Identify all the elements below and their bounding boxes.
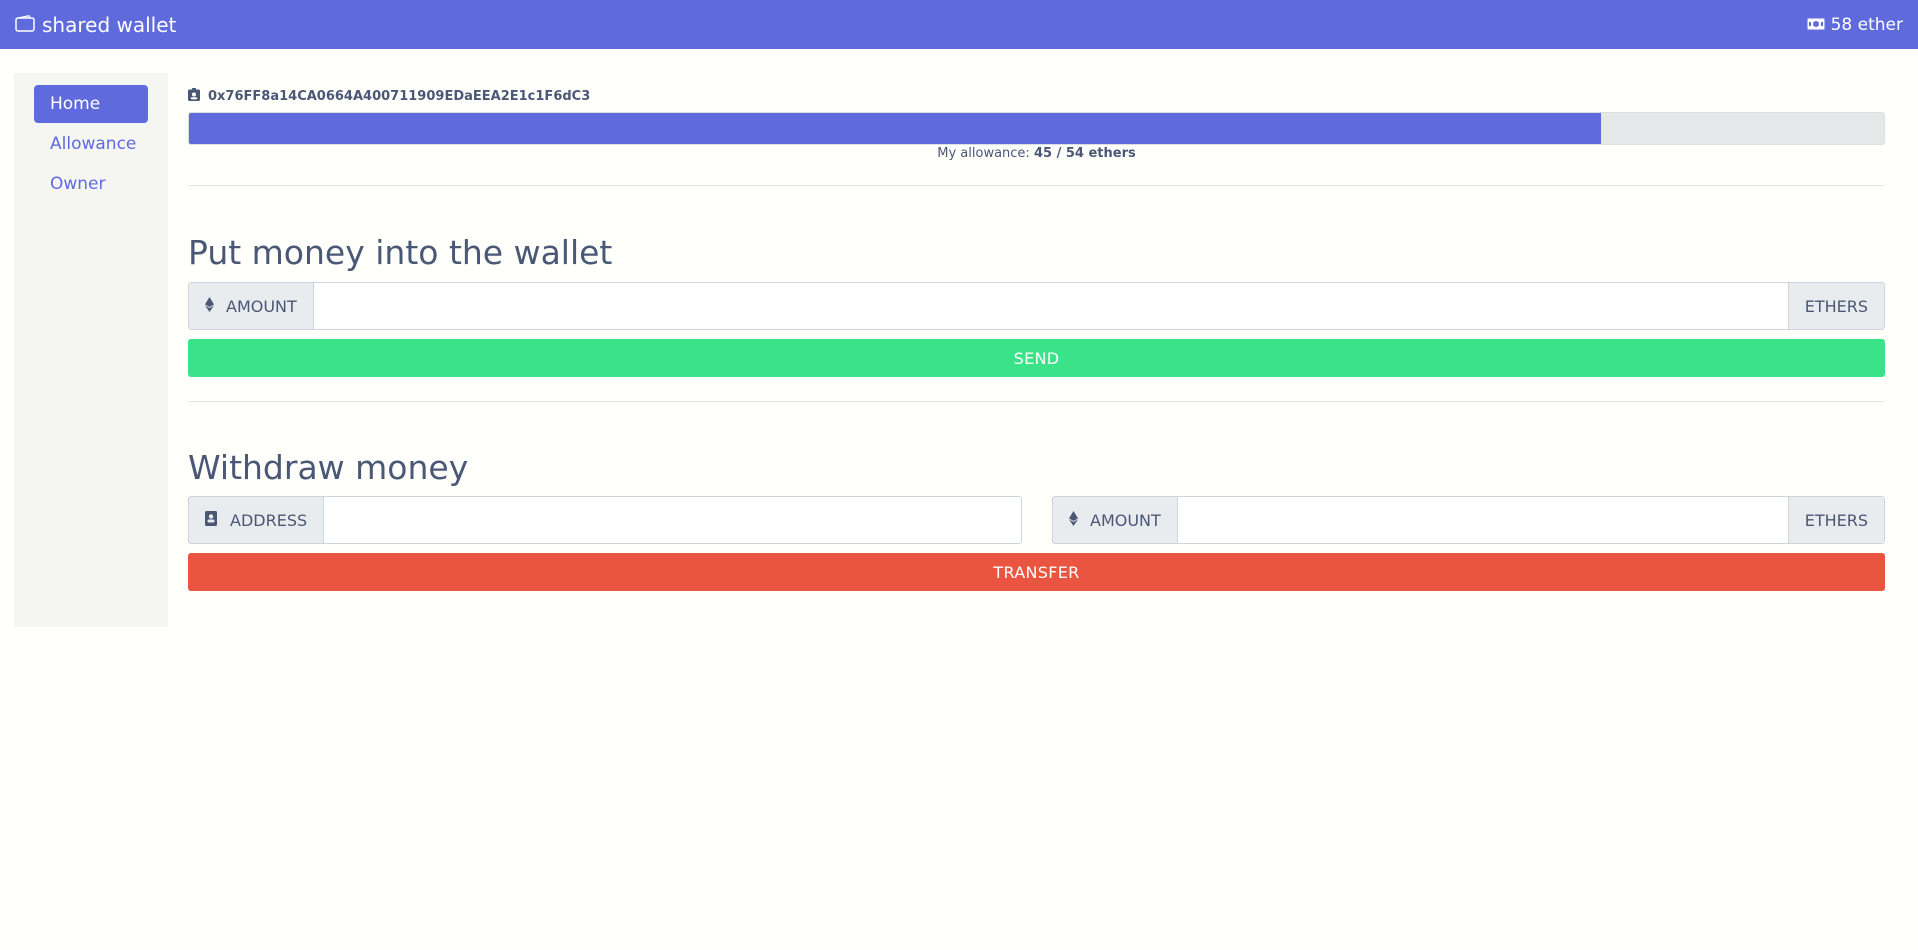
withdraw-address-label: ADDRESS	[230, 510, 308, 530]
id-badge-icon	[188, 87, 200, 105]
deposit-amount-label: AMOUNT	[226, 296, 297, 316]
top-navbar: shared wallet 58 ether	[0, 0, 1918, 49]
deposit-amount-group: AMOUNT ETHERS	[188, 282, 1885, 330]
withdraw-amount-input[interactable]	[1177, 497, 1788, 543]
deposit-amount-addon: AMOUNT	[189, 283, 314, 329]
withdraw-title: Withdraw money	[188, 448, 469, 487]
address-book-icon	[205, 510, 218, 530]
balance-text: 58 ether	[1830, 14, 1903, 35]
withdraw-amount-label: AMOUNT	[1090, 510, 1161, 530]
wallet-balance: 58 ether	[1807, 15, 1903, 35]
ethereum-icon	[205, 296, 214, 316]
send-button[interactable]: SEND	[188, 339, 1885, 377]
main-content: 0x76FF8a14CA0664A400711909EDaEEA2E1c1F6d…	[188, 87, 1885, 591]
withdraw-fields: ADDRESS AMOUNT ETHERS	[188, 496, 1885, 544]
withdraw-address-addon: ADDRESS	[189, 497, 325, 543]
deposit-title: Put money into the wallet	[188, 233, 613, 272]
sidebar-item-allowance[interactable]: Allowance	[34, 125, 148, 163]
allowance-value: 45 / 54 ethers	[1033, 146, 1136, 161]
sidebar-item-home[interactable]: Home	[34, 85, 148, 123]
withdraw-address-input[interactable]	[324, 497, 1021, 543]
deposit-unit-addon: ETHERS	[1787, 283, 1884, 329]
brand-title: shared wallet	[42, 12, 177, 37]
allowance-label: My allowance:	[937, 146, 1030, 161]
sidebar-item-owner[interactable]: Owner	[34, 165, 148, 203]
withdraw-amount-group: AMOUNT ETHERS	[1052, 496, 1885, 544]
deposit-amount-input[interactable]	[313, 283, 1788, 329]
divider	[188, 401, 1885, 402]
money-bill-icon	[1807, 15, 1825, 35]
withdraw-amount-addon: AMOUNT	[1053, 497, 1178, 543]
divider	[188, 185, 1885, 186]
withdraw-address-group: ADDRESS	[188, 496, 1022, 544]
sidebar: Home Allowance Owner	[14, 73, 168, 627]
account-address: 0x76FF8a14CA0664A400711909EDaEEA2E1c1F6d…	[188, 87, 1885, 105]
transfer-button[interactable]: TRANSFER	[188, 553, 1885, 591]
wallet-icon	[15, 13, 35, 37]
ethereum-icon	[1069, 510, 1078, 530]
allowance-progress-fill	[189, 113, 1601, 144]
allowance-progress-bar	[188, 112, 1885, 145]
allowance-caption: My allowance: 45 / 54 ethers	[188, 146, 1885, 161]
withdraw-unit-addon: ETHERS	[1787, 497, 1884, 543]
brand[interactable]: shared wallet	[15, 13, 176, 37]
address-text: 0x76FF8a14CA0664A400711909EDaEEA2E1c1F6d…	[208, 88, 591, 104]
